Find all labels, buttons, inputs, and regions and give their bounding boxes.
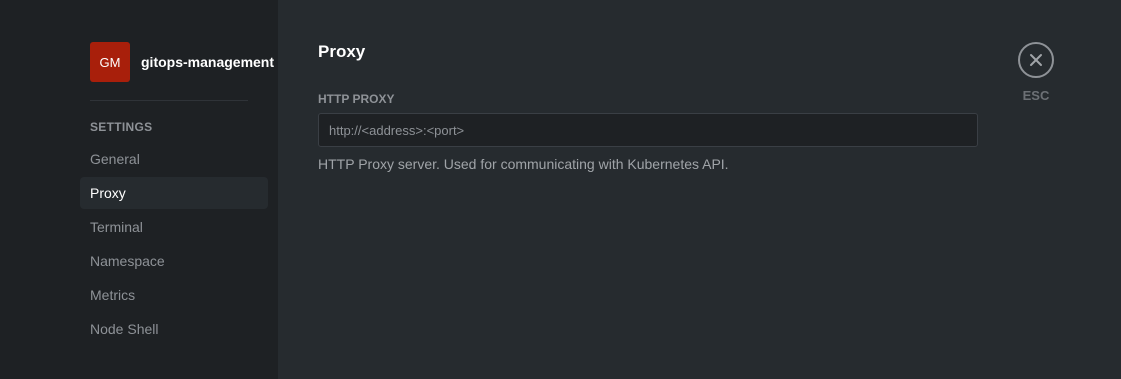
sidebar-item-metrics[interactable]: Metrics: [80, 279, 268, 311]
settings-section-title: SETTINGS: [90, 120, 153, 134]
http-proxy-input[interactable]: [327, 121, 977, 139]
esc-label: ESC: [1022, 88, 1050, 103]
settings-nav: General Proxy Terminal Namespace Metrics…: [80, 143, 268, 347]
sidebar: GM gitops-management SETTINGS General Pr…: [0, 0, 278, 379]
http-proxy-help: HTTP Proxy server. Used for communicatin…: [318, 156, 729, 172]
sidebar-item-general[interactable]: General: [80, 143, 268, 175]
close-button[interactable]: [1018, 42, 1054, 78]
sidebar-item-node-shell[interactable]: Node Shell: [80, 313, 268, 345]
sidebar-divider: [90, 100, 248, 101]
http-proxy-label: HTTP PROXY: [318, 92, 395, 106]
avatar: GM: [90, 42, 130, 82]
settings-window: GM gitops-management SETTINGS General Pr…: [0, 0, 1121, 379]
page-title: Proxy: [318, 42, 366, 61]
sidebar-item-terminal[interactable]: Terminal: [80, 211, 268, 243]
close-icon: [1030, 54, 1042, 66]
cluster-header: GM gitops-management: [90, 42, 274, 82]
sidebar-item-namespace[interactable]: Namespace: [80, 245, 268, 277]
close-control: ESC: [1018, 42, 1054, 103]
sidebar-item-proxy[interactable]: Proxy: [80, 177, 268, 209]
settings-content: Proxy HTTP PROXY HTTP Proxy server. Used…: [278, 0, 1121, 379]
cluster-name: gitops-management: [141, 54, 275, 70]
http-proxy-field[interactable]: [318, 113, 978, 147]
